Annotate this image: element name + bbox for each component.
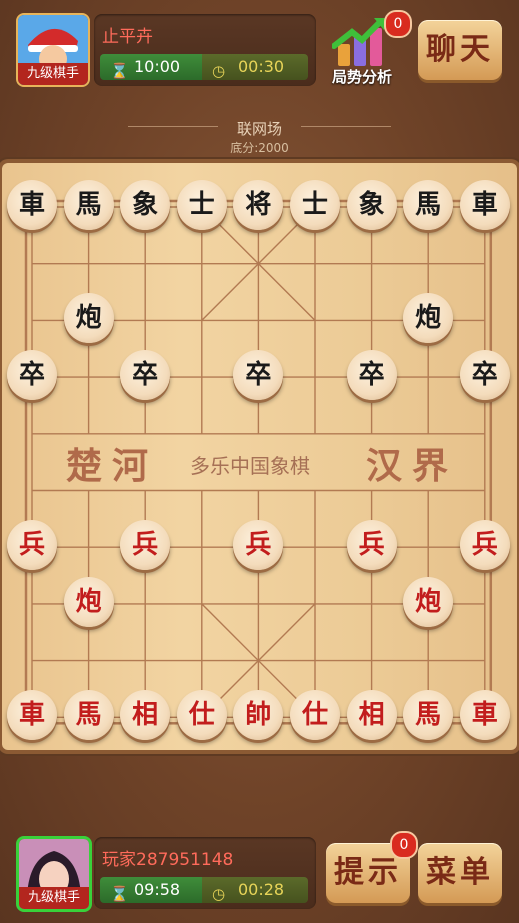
chat-button[interactable]: 聊天	[418, 20, 502, 80]
player-avatar[interactable]: 九级棋手	[16, 836, 92, 912]
black-piece-b-shi-l[interactable]: 士	[176, 180, 227, 230]
player-step-time: 00:28	[238, 880, 285, 899]
black-piece-b-shi-r[interactable]: 士	[290, 180, 340, 230]
opponent-step-time: 00:30	[238, 57, 285, 76]
clock-icon: ◷	[212, 885, 226, 903]
player-step-timer: ◷ 00:28	[202, 877, 308, 903]
red-piece-r-bing-5[interactable]: 兵	[459, 520, 510, 571]
black-piece-b-ma-r[interactable]: 馬	[403, 180, 454, 230]
opponent-info: 止平卉 ⌛ 10:00 ◷ 00:30	[94, 14, 316, 86]
red-piece-r-ma-l[interactable]: 馬	[63, 690, 114, 741]
chess-board[interactable]: 楚河 多乐中国象棋 汉界 車馬象士将士象馬車炮炮卒卒卒卒卒兵兵兵兵兵炮炮車馬相仕…	[2, 163, 517, 750]
red-piece-r-bing-1[interactable]: 兵	[7, 520, 57, 571]
player-name: 玩家287951148	[102, 850, 234, 870]
river-center: 多乐中国象棋	[190, 454, 310, 478]
hint-label: 提示	[334, 855, 402, 890]
red-piece-r-xiang-r[interactable]: 相	[346, 690, 397, 741]
opponent-avatar[interactable]: 九级棋手	[16, 13, 90, 87]
red-piece-r-bing-4[interactable]: 兵	[346, 520, 397, 571]
player-info: 玩家287951148 ⌛ 09:58 ◷ 00:28	[94, 837, 316, 909]
black-piece-b-pao-l[interactable]: 炮	[63, 293, 114, 344]
black-piece-b-xiang-r[interactable]: 象	[346, 180, 397, 230]
clock-icon: ◷	[212, 62, 226, 80]
black-piece-b-ma-l[interactable]: 馬	[63, 180, 114, 230]
player-timers: ⌛ 09:58 ◷ 00:28	[100, 877, 308, 903]
player-bar: 九级棋手 玩家287951148 ⌛ 09:58 ◷ 00:28 提示 0 菜单	[0, 823, 519, 923]
hint-badge: 0	[390, 831, 418, 859]
black-piece-b-zu-4[interactable]: 卒	[346, 350, 397, 401]
venue-name: 联网场	[236, 120, 282, 138]
river-left: 楚河	[66, 445, 159, 487]
venue-stake: 底分:2000	[230, 141, 289, 155]
player-total-time: 09:58	[134, 880, 181, 899]
player-rank: 九级棋手	[19, 887, 89, 909]
black-piece-b-zu-1[interactable]: 卒	[7, 350, 57, 401]
black-piece-b-zu-5[interactable]: 卒	[459, 350, 510, 401]
hint-button[interactable]: 提示 0	[326, 831, 418, 903]
opponent-total-timer: ⌛ 10:00	[100, 54, 202, 80]
analysis-label: 局势分析	[331, 68, 392, 86]
black-piece-b-che-l[interactable]: 車	[7, 180, 57, 230]
opponent-total-time: 10:00	[134, 57, 181, 76]
opponent-bar: 九级棋手 止平卉 ⌛ 10:00 ◷ 00:30 0 局势分析 聊天	[0, 0, 519, 100]
river-right: 汉界	[366, 445, 459, 487]
venue-info: 联网场 底分:2000	[0, 118, 519, 156]
red-piece-r-shi-r[interactable]: 仕	[290, 690, 340, 741]
player-total-timer: ⌛ 09:58	[100, 877, 202, 903]
red-piece-r-pao-l[interactable]: 炮	[63, 576, 114, 627]
analysis-badge: 0	[384, 10, 412, 38]
black-piece-b-zu-2[interactable]: 卒	[120, 350, 171, 401]
black-piece-b-che-r[interactable]: 車	[459, 180, 510, 230]
red-piece-r-shi-l[interactable]: 仕	[176, 690, 227, 741]
red-piece-r-pao-r[interactable]: 炮	[403, 576, 454, 627]
opponent-step-timer: ◷ 00:30	[202, 54, 308, 80]
opponent-rank: 九级棋手	[18, 63, 88, 85]
opponent-name: 止平卉	[102, 27, 153, 47]
red-piece-r-che-l[interactable]: 車	[7, 690, 57, 741]
menu-button[interactable]: 菜单	[418, 843, 502, 903]
red-piece-r-che-r[interactable]: 車	[459, 690, 510, 741]
trend-chart-icon	[332, 18, 386, 66]
black-piece-b-xiang-l[interactable]: 象	[120, 180, 171, 230]
analysis-button[interactable]: 0 局势分析	[322, 10, 412, 90]
opponent-timers: ⌛ 10:00 ◷ 00:30	[100, 54, 308, 80]
hourglass-icon: ⌛	[110, 885, 129, 903]
hourglass-icon: ⌛	[110, 62, 129, 80]
